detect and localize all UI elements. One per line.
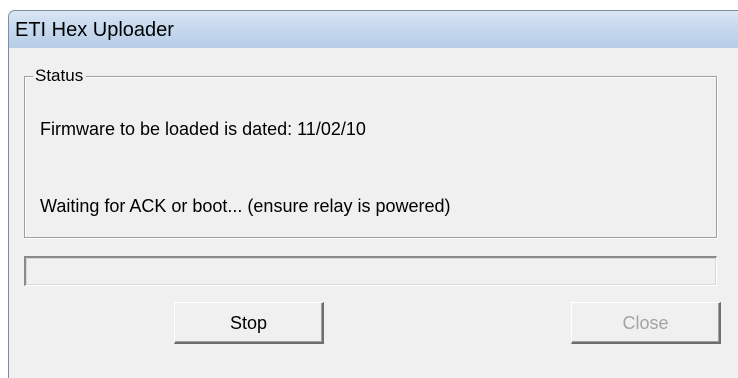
title-bar[interactable]: ETI Hex Uploader xyxy=(9,11,738,48)
firmware-date-text: Firmware to be loaded is dated: 11/02/10 xyxy=(40,119,366,139)
dialog-body: Status Firmware to be loaded is dated: 1… xyxy=(9,48,738,378)
uploader-window: ETI Hex Uploader Status Firmware to be l… xyxy=(8,10,738,378)
waiting-status-text: Waiting for ACK or boot... (ensure relay… xyxy=(40,196,451,216)
status-group-label: Status xyxy=(33,66,87,86)
stop-button[interactable]: Stop xyxy=(174,302,324,344)
close-button[interactable]: Close xyxy=(571,302,721,344)
window-title: ETI Hex Uploader xyxy=(15,19,174,41)
upload-progress-bar xyxy=(24,256,717,286)
status-groupbox: Status Firmware to be loaded is dated: 1… xyxy=(24,66,717,238)
